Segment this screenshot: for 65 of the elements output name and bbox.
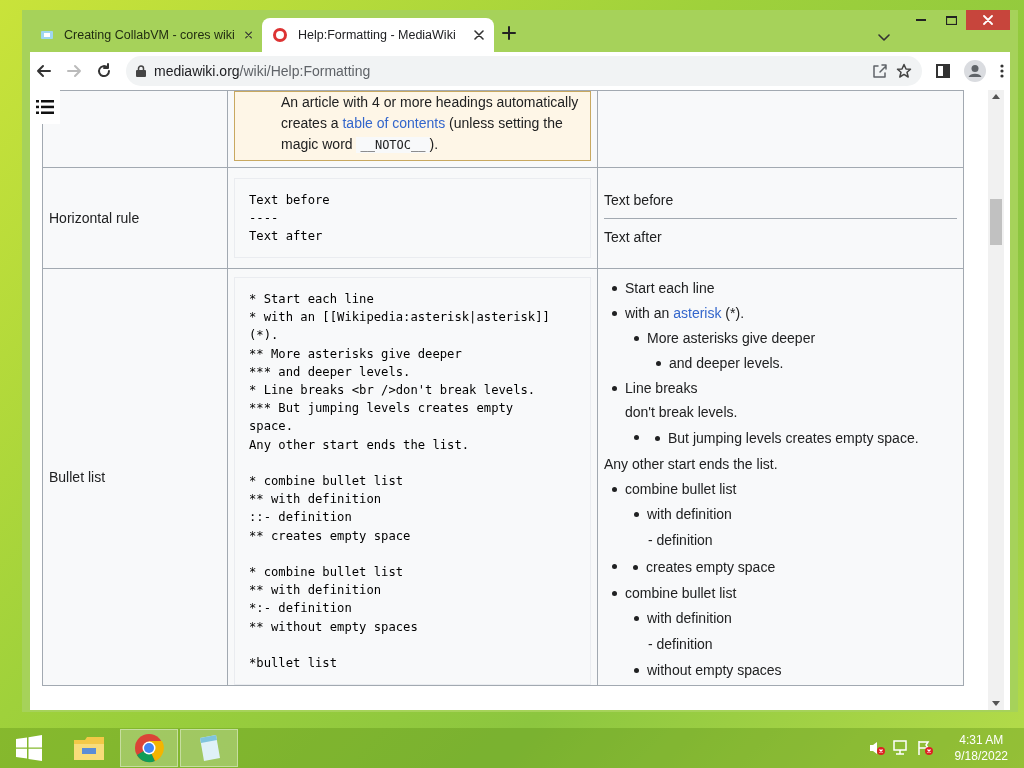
bullet-icon	[633, 565, 638, 570]
page-favicon-icon	[40, 28, 54, 42]
list-item-text: without empty spaces	[647, 661, 782, 680]
chevron-down-icon[interactable]	[878, 34, 890, 42]
bullet-icon	[612, 591, 617, 596]
bullet-icon	[634, 336, 639, 341]
bullet-icon	[612, 311, 617, 316]
bullet-icon	[612, 564, 617, 569]
list-item-text: with an asterisk (*).	[625, 304, 745, 323]
close-icon[interactable]	[474, 30, 484, 40]
bullet-icon	[612, 286, 617, 291]
side-panel-icon[interactable]	[936, 64, 950, 78]
back-icon[interactable]	[36, 63, 52, 79]
note-box: An article with 4 or more headings automatically creates a table of contents (unless setting the magic word __NOTOC__ ).	[234, 91, 591, 161]
list-item-text: Line breaks don't break levels.	[625, 379, 738, 422]
rendered-text: Any other start ends the list.	[604, 455, 779, 474]
share-icon[interactable]	[872, 63, 888, 79]
bullet-icon	[634, 512, 639, 517]
definition-text: - definition	[648, 531, 714, 550]
bullet-icon	[634, 616, 639, 621]
list-item-text: Start each line	[625, 279, 715, 298]
list-item-text: and deeper levels.	[669, 354, 784, 373]
bullet-icon	[612, 487, 617, 492]
scroll-up-icon[interactable]	[992, 94, 1000, 99]
profile-icon[interactable]	[964, 60, 986, 82]
list-item-text: with definition	[647, 609, 732, 628]
code-block: Text before ---- Text after	[234, 177, 591, 259]
address-bar[interactable]: mediawiki.org/wiki/Help:Formatting	[126, 56, 922, 86]
list-item-text: More asterisks give deeper	[647, 329, 816, 348]
reload-icon[interactable]	[96, 63, 112, 79]
list-item-text: creates empty space	[646, 558, 776, 577]
minimize-icon	[916, 18, 926, 22]
maximize-icon	[945, 15, 957, 25]
ring-favicon-icon	[272, 27, 288, 43]
row-label: Horizontal rule	[42, 167, 228, 269]
scrollbar-thumb[interactable]	[990, 199, 1002, 245]
lock-icon	[136, 65, 146, 77]
bullet-icon	[656, 361, 661, 366]
menu-icon[interactable]	[1000, 63, 1004, 79]
list-item-text: with definition	[647, 505, 732, 524]
rendered-text: Text after	[604, 227, 663, 247]
list-item-text: combine bullet list	[625, 480, 737, 499]
row-label: Bullet list	[42, 268, 228, 686]
close-icon	[983, 15, 993, 25]
table-of-contents-link[interactable]: table of contents	[342, 115, 446, 131]
bullet-icon	[612, 386, 617, 391]
bullet-icon	[634, 435, 639, 440]
asterisk-link[interactable]: asterisk	[673, 305, 722, 321]
code-block: * Start each line * with an [[Wikipedia:asterisk|asterisk]] (*). ** More asterisks give deeper *** and deeper levels. * Line breaks <br />don't break levels. *** But jumping levels creates empty space. Any other start ends the list. * combine bullet list ** with definition ::- definition ** creates empty space * combine bullet list ** with definition *:- definition ** without empty spaces *bullet list	[234, 277, 591, 686]
list-item-text: combine bullet list	[625, 584, 737, 603]
browser-tab[interactable]: Help:Formatting - MediaWiki	[262, 18, 494, 52]
rendered-text: Text before	[604, 190, 675, 210]
bullet-icon	[634, 668, 639, 673]
definition-text: - definition	[648, 635, 714, 654]
bullet-icon	[655, 436, 660, 441]
star-icon[interactable]	[896, 63, 912, 79]
list-item-text: But jumping levels creates empty space.	[668, 429, 919, 448]
close-window-button[interactable]	[966, 10, 1010, 30]
browser-tab[interactable]: Creating CollabVM - cores wiki	[30, 18, 262, 52]
chrome-icon[interactable]	[134, 733, 164, 763]
speaker-muted-icon[interactable]	[868, 740, 885, 756]
list-icon	[36, 100, 54, 114]
new-tab-icon[interactable]	[502, 26, 516, 40]
scroll-down-icon[interactable]	[992, 701, 1000, 706]
flag-icon[interactable]	[916, 740, 933, 756]
